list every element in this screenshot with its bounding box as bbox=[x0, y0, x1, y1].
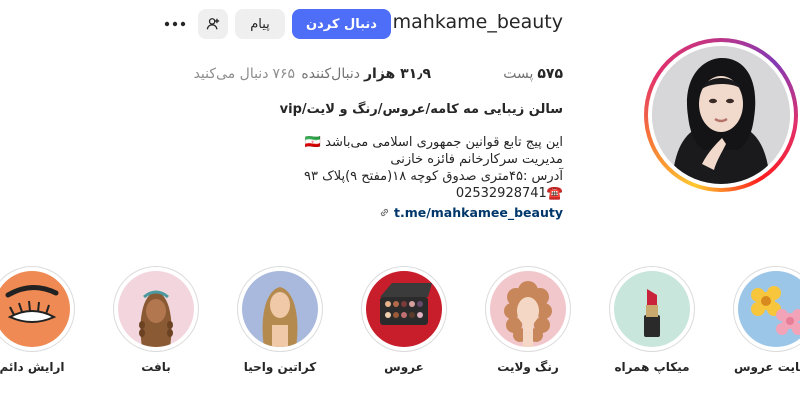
message-button[interactable]: پیام bbox=[235, 9, 285, 39]
eyeshadow-palette-icon bbox=[366, 271, 442, 347]
braided-hair-icon bbox=[118, 271, 194, 347]
highlight-label: رضایت عروس bbox=[733, 360, 800, 374]
highlight-bride-satisfaction[interactable]: رضایت عروس bbox=[731, 266, 800, 374]
highlight-makeup[interactable]: میکاپ همراه bbox=[607, 266, 697, 374]
following-count: ۷۶۵ bbox=[272, 66, 295, 82]
suggested-accounts-button[interactable] bbox=[198, 9, 228, 39]
bio-line: ☎️02532928741 bbox=[455, 186, 563, 201]
stat-followers[interactable]: ۳۱٫۹ هزار دنبال‌کننده bbox=[301, 66, 431, 82]
highlight-label: بافت bbox=[141, 360, 171, 374]
highlight-label: کراتین واحیا bbox=[243, 360, 317, 374]
highlight-keratin[interactable]: کراتین واحیا bbox=[235, 266, 325, 374]
profile-avatar-ring[interactable] bbox=[644, 38, 798, 192]
username: mahkame_beauty bbox=[392, 11, 563, 33]
stat-posts: ۵۷۵ پست bbox=[503, 66, 563, 82]
bio-name: سالن زیبایی مه کامه/عروس/رنگ و لایت/vip bbox=[279, 102, 563, 117]
long-hair-woman-icon bbox=[242, 271, 318, 347]
highlight-label: رنگ ولایت bbox=[497, 360, 559, 374]
highlight-bride[interactable]: عروس bbox=[359, 266, 449, 374]
more-dots-icon bbox=[164, 21, 186, 27]
highlight-label: میکاپ همراه bbox=[614, 360, 690, 374]
highlight-label: عروس bbox=[384, 360, 424, 374]
bio-line: مدیریت سرکارخانم فائزه خازنی bbox=[390, 152, 563, 167]
stat-following[interactable]: ۷۶۵ دنبال می‌کنید bbox=[194, 66, 295, 82]
followers-label: دنبال‌کننده bbox=[301, 66, 360, 82]
curly-hair-icon bbox=[490, 271, 566, 347]
highlight-label: ارایش دائم bbox=[0, 360, 65, 374]
followers-count: ۳۱٫۹ هزار bbox=[363, 66, 431, 82]
bio-line: این پیج تابع قوانین جمهوری اسلامی می‌باش… bbox=[304, 135, 563, 150]
highlight-color-highlight[interactable]: رنگ ولایت bbox=[483, 266, 573, 374]
following-label: دنبال می‌کنید bbox=[193, 66, 269, 82]
bio-line: آدرس :۴۵متری صدوق کوچه ۱۸(مفتح ۹)پلاک ۹۳ bbox=[303, 169, 563, 184]
add-person-icon bbox=[206, 18, 220, 30]
avatar bbox=[652, 46, 790, 184]
bio-link[interactable]: t.me/mahkamee_beauty bbox=[273, 205, 563, 220]
follow-button[interactable]: دنبال کردن bbox=[292, 9, 391, 39]
flowers-icon bbox=[738, 271, 800, 347]
eyelash-eyebrow-icon bbox=[0, 271, 70, 347]
posts-label: پست bbox=[503, 66, 534, 82]
lipstick-icon bbox=[614, 271, 690, 347]
highlight-braid[interactable]: بافت bbox=[111, 266, 201, 374]
posts-count: ۵۷۵ bbox=[537, 66, 563, 82]
bio: سالن زیبایی مه کامه/عروس/رنگ و لایت/vip … bbox=[273, 102, 563, 220]
link-icon bbox=[380, 208, 389, 217]
avatar-image bbox=[652, 46, 790, 184]
bio-link-text: t.me/mahkamee_beauty bbox=[393, 205, 563, 220]
options-button[interactable] bbox=[160, 9, 190, 39]
highlight-permanent-makeup[interactable]: ارایش دائم bbox=[0, 266, 77, 374]
